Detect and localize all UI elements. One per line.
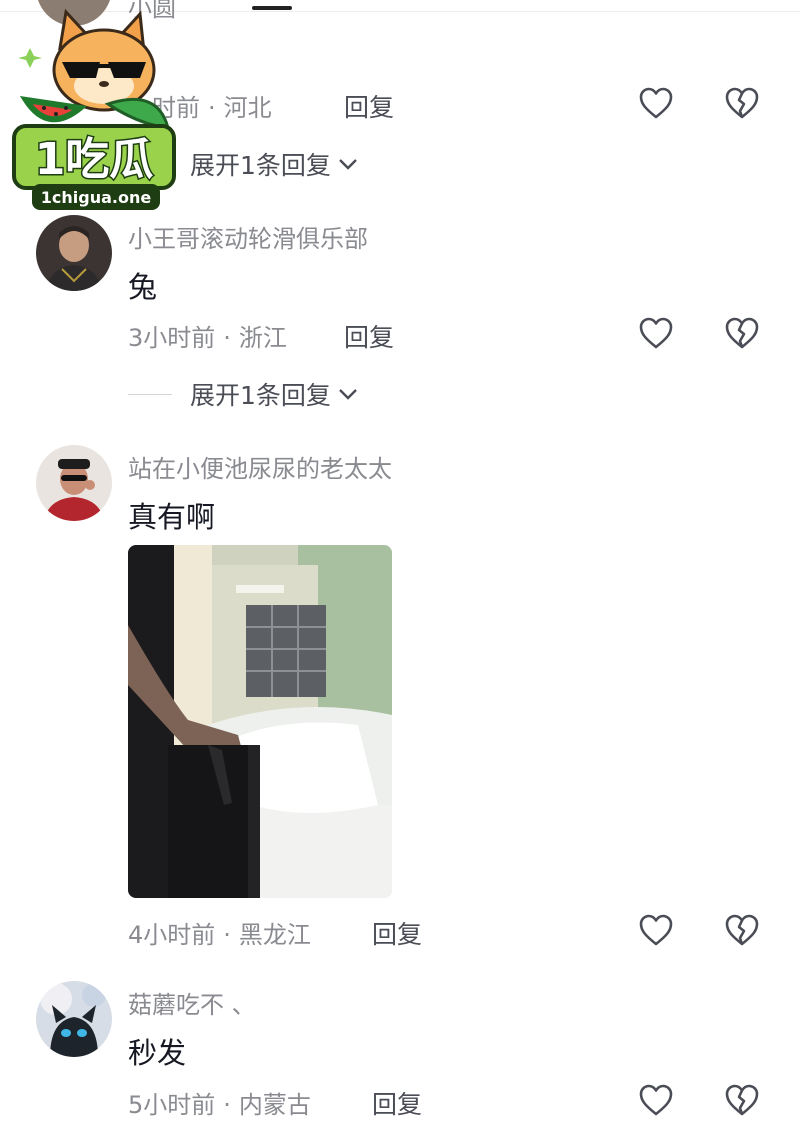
- comment-meta: 3小时前 · 浙江: [128, 318, 287, 353]
- heart-outline-icon[interactable]: [638, 913, 674, 947]
- expand-replies-label: 展开1条回复: [190, 381, 331, 410]
- avatar[interactable]: [36, 445, 112, 521]
- meta-separator: ·: [223, 921, 231, 949]
- reply-button[interactable]: 回复: [372, 915, 422, 951]
- broken-heart-icon[interactable]: [724, 913, 760, 947]
- chevron-down-icon: [339, 159, 357, 170]
- comment-image[interactable]: [128, 545, 392, 898]
- comment-location: 河北: [223, 94, 272, 122]
- watermark-brand: 1吃瓜: [35, 134, 154, 185]
- comment-text: 真有啊: [128, 500, 216, 534]
- heart-outline-icon[interactable]: [638, 316, 674, 350]
- broken-heart-icon[interactable]: [724, 1083, 760, 1117]
- comment-time: 5小时前: [128, 1091, 216, 1119]
- reply-button[interactable]: 回复: [344, 88, 394, 124]
- comment-meta: 4小时前 · 黑龙江: [128, 915, 311, 950]
- comment-time: 4小时前: [128, 921, 216, 949]
- heart-outline-icon[interactable]: [638, 86, 674, 120]
- comment-location: 内蒙古: [238, 1091, 311, 1119]
- broken-heart-icon[interactable]: [724, 316, 760, 350]
- watermark-logo: 1吃瓜 1chigua.one: [8, 8, 183, 216]
- comment-username[interactable]: 站在小便池尿尿的老太太: [128, 449, 392, 484]
- comment-meta: 5小时前 · 内蒙古: [128, 1085, 311, 1120]
- comment-time: 3小时前: [128, 324, 216, 352]
- meta-separator: ·: [223, 324, 231, 352]
- reply-button[interactable]: 回复: [344, 318, 394, 354]
- expand-replies-label: 展开1条回复: [190, 151, 331, 180]
- tab-indicator: [252, 6, 292, 10]
- comment-username[interactable]: 菇蘑吃不 、: [128, 985, 256, 1020]
- comment-text: 秒发: [128, 1036, 187, 1070]
- expand-replies-button[interactable]: 展开1条回复: [128, 379, 359, 410]
- chevron-down-icon: [339, 389, 357, 400]
- heart-outline-icon[interactable]: [638, 1083, 674, 1117]
- comment-location: 浙江: [238, 324, 287, 352]
- watermark-domain: 1chigua.one: [41, 188, 152, 207]
- avatar[interactable]: [36, 215, 112, 291]
- reply-button[interactable]: 回复: [372, 1085, 422, 1121]
- comment-username[interactable]: 小王哥滚动轮滑俱乐部: [128, 219, 368, 254]
- comment-text: 兔: [128, 270, 158, 304]
- comment-location: 黑龙江: [238, 921, 311, 949]
- avatar[interactable]: [36, 981, 112, 1057]
- broken-heart-icon[interactable]: [724, 86, 760, 120]
- meta-separator: ·: [223, 1091, 231, 1119]
- meta-separator: ·: [208, 94, 216, 122]
- expand-divider: [128, 393, 172, 395]
